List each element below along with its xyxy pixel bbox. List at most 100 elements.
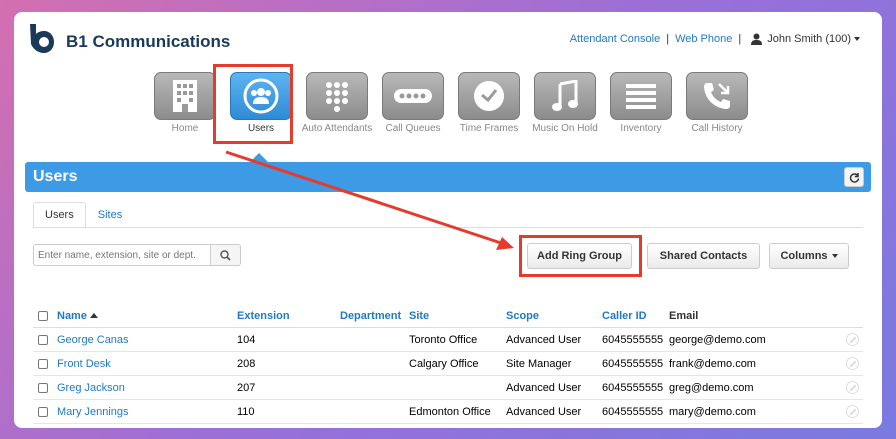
list-icon (626, 84, 656, 109)
users-table: Name Extension Department Site Scope Cal… (33, 304, 863, 424)
phone-history-icon (704, 83, 730, 109)
app-inventory[interactable]: Inventory (603, 72, 679, 135)
refresh-button[interactable] (844, 167, 864, 187)
caller-id-cell: 6045555555 (602, 334, 664, 346)
scope-cell: Site Manager (506, 358, 572, 370)
caller-id-cell: 6045555555 (602, 382, 664, 394)
user-name-link[interactable]: Greg Jackson (57, 382, 125, 394)
extension-cell: 110 (237, 406, 255, 418)
user-name-link[interactable]: George Canas (57, 334, 129, 346)
attendant-console-link[interactable]: Attendant Console (570, 33, 661, 45)
search-button[interactable] (211, 244, 241, 266)
site-cell: Calgary Office (409, 358, 479, 370)
top-links: Attendant Console | Web Phone | John Smi… (570, 33, 860, 45)
chevron-down-icon (831, 254, 838, 258)
scope-cell: Advanced User (506, 334, 582, 346)
header-label: Name (57, 310, 87, 322)
search-group (33, 244, 241, 266)
table-row[interactable]: Greg Jackson 207 Advanced User 604555555… (33, 376, 863, 400)
building-icon (173, 80, 197, 112)
app-music-on-hold[interactable]: Music On Hold (527, 72, 603, 135)
column-header-name[interactable]: Name (57, 310, 98, 322)
table-row[interactable]: George Canas 104 Toronto Office Advanced… (33, 328, 863, 352)
column-header-department[interactable]: Department (340, 310, 401, 322)
extension-cell: 208 (237, 358, 256, 370)
app-call-history[interactable]: Call History (679, 72, 755, 135)
divider: | (666, 33, 670, 45)
search-input[interactable] (33, 244, 211, 266)
email-cell: george@demo.com (669, 334, 766, 346)
table-row[interactable]: Front Desk 208 Calgary Office Site Manag… (33, 352, 863, 376)
brand-logo[interactable]: B1 Communications (26, 22, 230, 54)
email-cell: greg@demo.com (669, 382, 754, 394)
extension-cell: 104 (237, 334, 256, 346)
app-label: Music On Hold (532, 123, 598, 134)
column-header-scope[interactable]: Scope (506, 310, 539, 322)
app-window: B1 Communications Attendant Console | We… (14, 12, 882, 428)
column-header-caller-id[interactable]: Caller ID (602, 310, 647, 322)
app-label: Call Queues (385, 123, 441, 134)
web-phone-link[interactable]: Web Phone (675, 33, 732, 45)
app-auto-attendants[interactable]: Auto Attendants (299, 72, 375, 135)
row-checkbox[interactable] (38, 335, 48, 345)
extension-cell: 207 (237, 382, 256, 394)
brand-name: B1 Communications (66, 32, 231, 51)
divider: | (738, 33, 742, 45)
keypad-icon (326, 82, 348, 112)
b1-logo-icon (30, 24, 54, 53)
edit-icon[interactable] (846, 381, 859, 394)
scope-cell: Advanced User (506, 406, 582, 418)
edit-icon[interactable] (846, 405, 859, 418)
site-cell: Edmonton Office (409, 406, 491, 418)
shared-contacts-button[interactable]: Shared Contacts (647, 243, 760, 269)
app-label: Inventory (620, 123, 662, 134)
app-label: Time Frames (459, 123, 519, 134)
select-all-checkbox[interactable] (38, 311, 48, 321)
users-highlight-box (213, 64, 293, 144)
email-cell: mary@demo.com (669, 406, 756, 418)
app-label: Call History (691, 123, 743, 134)
edit-icon[interactable] (846, 357, 859, 370)
columns-dropdown[interactable]: Columns (769, 243, 849, 269)
app-time-frames[interactable]: Time Frames (451, 72, 527, 135)
caller-id-cell: 6045555555 (602, 358, 664, 370)
user-menu[interactable]: John Smith (100) (751, 33, 860, 45)
refresh-icon (849, 172, 859, 183)
section-header: Users (25, 162, 871, 192)
table-header: Name Extension Department Site Scope Cal… (33, 304, 863, 328)
columns-label: Columns (780, 250, 828, 262)
user-name-link[interactable]: Front Desk (57, 358, 111, 370)
scope-cell: Advanced User (506, 382, 582, 394)
user-name-link[interactable]: Mary Jennings (57, 406, 129, 418)
user-name: John Smith (100) (767, 33, 851, 45)
app-label: Home (171, 123, 199, 134)
column-header-email: Email (669, 310, 699, 322)
tab-sites[interactable]: Sites (86, 202, 134, 227)
app-call-queues[interactable]: Call Queues (375, 72, 451, 135)
table-row[interactable]: Mary Jennings 110 Edmonton Office Advanc… (33, 400, 863, 424)
music-note-icon (552, 80, 578, 111)
chevron-down-icon (854, 37, 860, 41)
user-icon (751, 33, 763, 45)
row-checkbox[interactable] (38, 407, 48, 417)
add-ring-group-highlight-box (519, 235, 642, 277)
active-pointer (250, 153, 268, 162)
tab-bar: Users Sites (33, 202, 134, 227)
row-checkbox[interactable] (38, 383, 48, 393)
search-icon (220, 249, 231, 261)
edit-icon[interactable] (846, 333, 859, 346)
site-cell: Toronto Office (409, 334, 478, 346)
email-cell: frank@demo.com (669, 358, 756, 370)
column-header-extension[interactable]: Extension (237, 310, 290, 322)
app-home[interactable]: Home (147, 72, 223, 135)
tab-users[interactable]: Users (33, 202, 86, 227)
dots-icon (394, 89, 432, 103)
row-checkbox[interactable] (38, 359, 48, 369)
page-title: Users (33, 168, 78, 185)
clock-icon (474, 81, 504, 111)
caller-id-cell: 6045555555 (602, 406, 664, 418)
app-label: Auto Attendants (301, 123, 373, 134)
column-header-site[interactable]: Site (409, 310, 429, 322)
sort-ascending-icon (89, 313, 98, 318)
tab-divider (33, 227, 863, 228)
